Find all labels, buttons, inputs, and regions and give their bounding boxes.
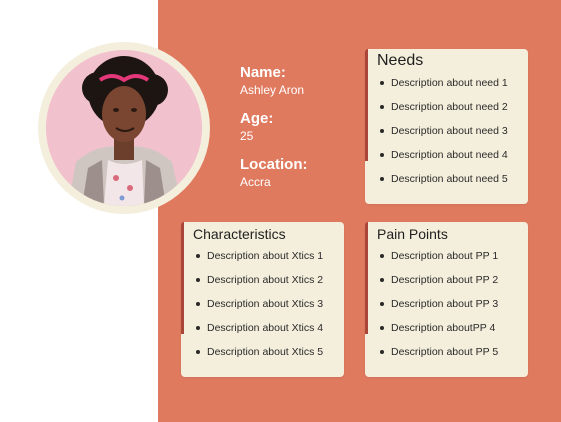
list-item: Description about PP 1 xyxy=(377,249,498,273)
list-item: Description about need 1 xyxy=(377,76,508,100)
needs-list: Description about need 1 Description abo… xyxy=(377,76,508,196)
list-item: Description about PP 2 xyxy=(377,273,498,297)
location-value: Accra xyxy=(240,175,271,189)
pain-points-card: Pain Points Description about PP 1 Descr… xyxy=(365,222,528,377)
list-item: Description about Xtics 2 xyxy=(193,273,323,297)
pain-points-accent-bar xyxy=(365,222,368,334)
pain-points-title: Pain Points xyxy=(377,226,448,242)
list-item: Description about need 5 xyxy=(377,172,508,196)
list-item: Description about need 3 xyxy=(377,124,508,148)
profile-age: Age: 25 xyxy=(240,110,273,143)
age-value: 25 xyxy=(240,129,254,143)
list-item: Description about need 2 xyxy=(377,100,508,124)
name-value: Ashley Aron xyxy=(240,83,305,97)
list-item: Description about Xtics 3 xyxy=(193,297,323,321)
list-item: Description about PP 3 xyxy=(377,297,498,321)
avatar-photo xyxy=(46,50,202,206)
needs-accent-bar xyxy=(365,49,368,161)
list-item: Description about Xtics 1 xyxy=(193,249,323,273)
needs-card: Needs Description about need 1 Descripti… xyxy=(365,49,528,204)
name-label: Name: xyxy=(240,64,286,81)
profile-location: Location: Accra xyxy=(240,156,308,189)
list-item: Description about need 4 xyxy=(377,148,508,172)
characteristics-accent-bar xyxy=(181,222,184,334)
age-label: Age: xyxy=(240,110,274,127)
location-label: Location: xyxy=(240,156,308,173)
needs-title: Needs xyxy=(377,52,424,69)
list-item: Description about Xtics 5 xyxy=(193,345,323,369)
characteristics-card: Characteristics Description about Xtics … xyxy=(181,222,344,377)
profile-name: Name: Ashley Aron xyxy=(240,64,304,97)
pain-points-list: Description about PP 1 Description about… xyxy=(377,249,498,369)
characteristics-title: Characteristics xyxy=(193,226,286,242)
avatar xyxy=(46,50,202,206)
list-item: Description about Xtics 4 xyxy=(193,321,323,345)
list-item: Description about PP 5 xyxy=(377,345,498,369)
characteristics-list: Description about Xtics 1 Description ab… xyxy=(193,249,323,369)
list-item: Description aboutPP 4 xyxy=(377,321,498,345)
